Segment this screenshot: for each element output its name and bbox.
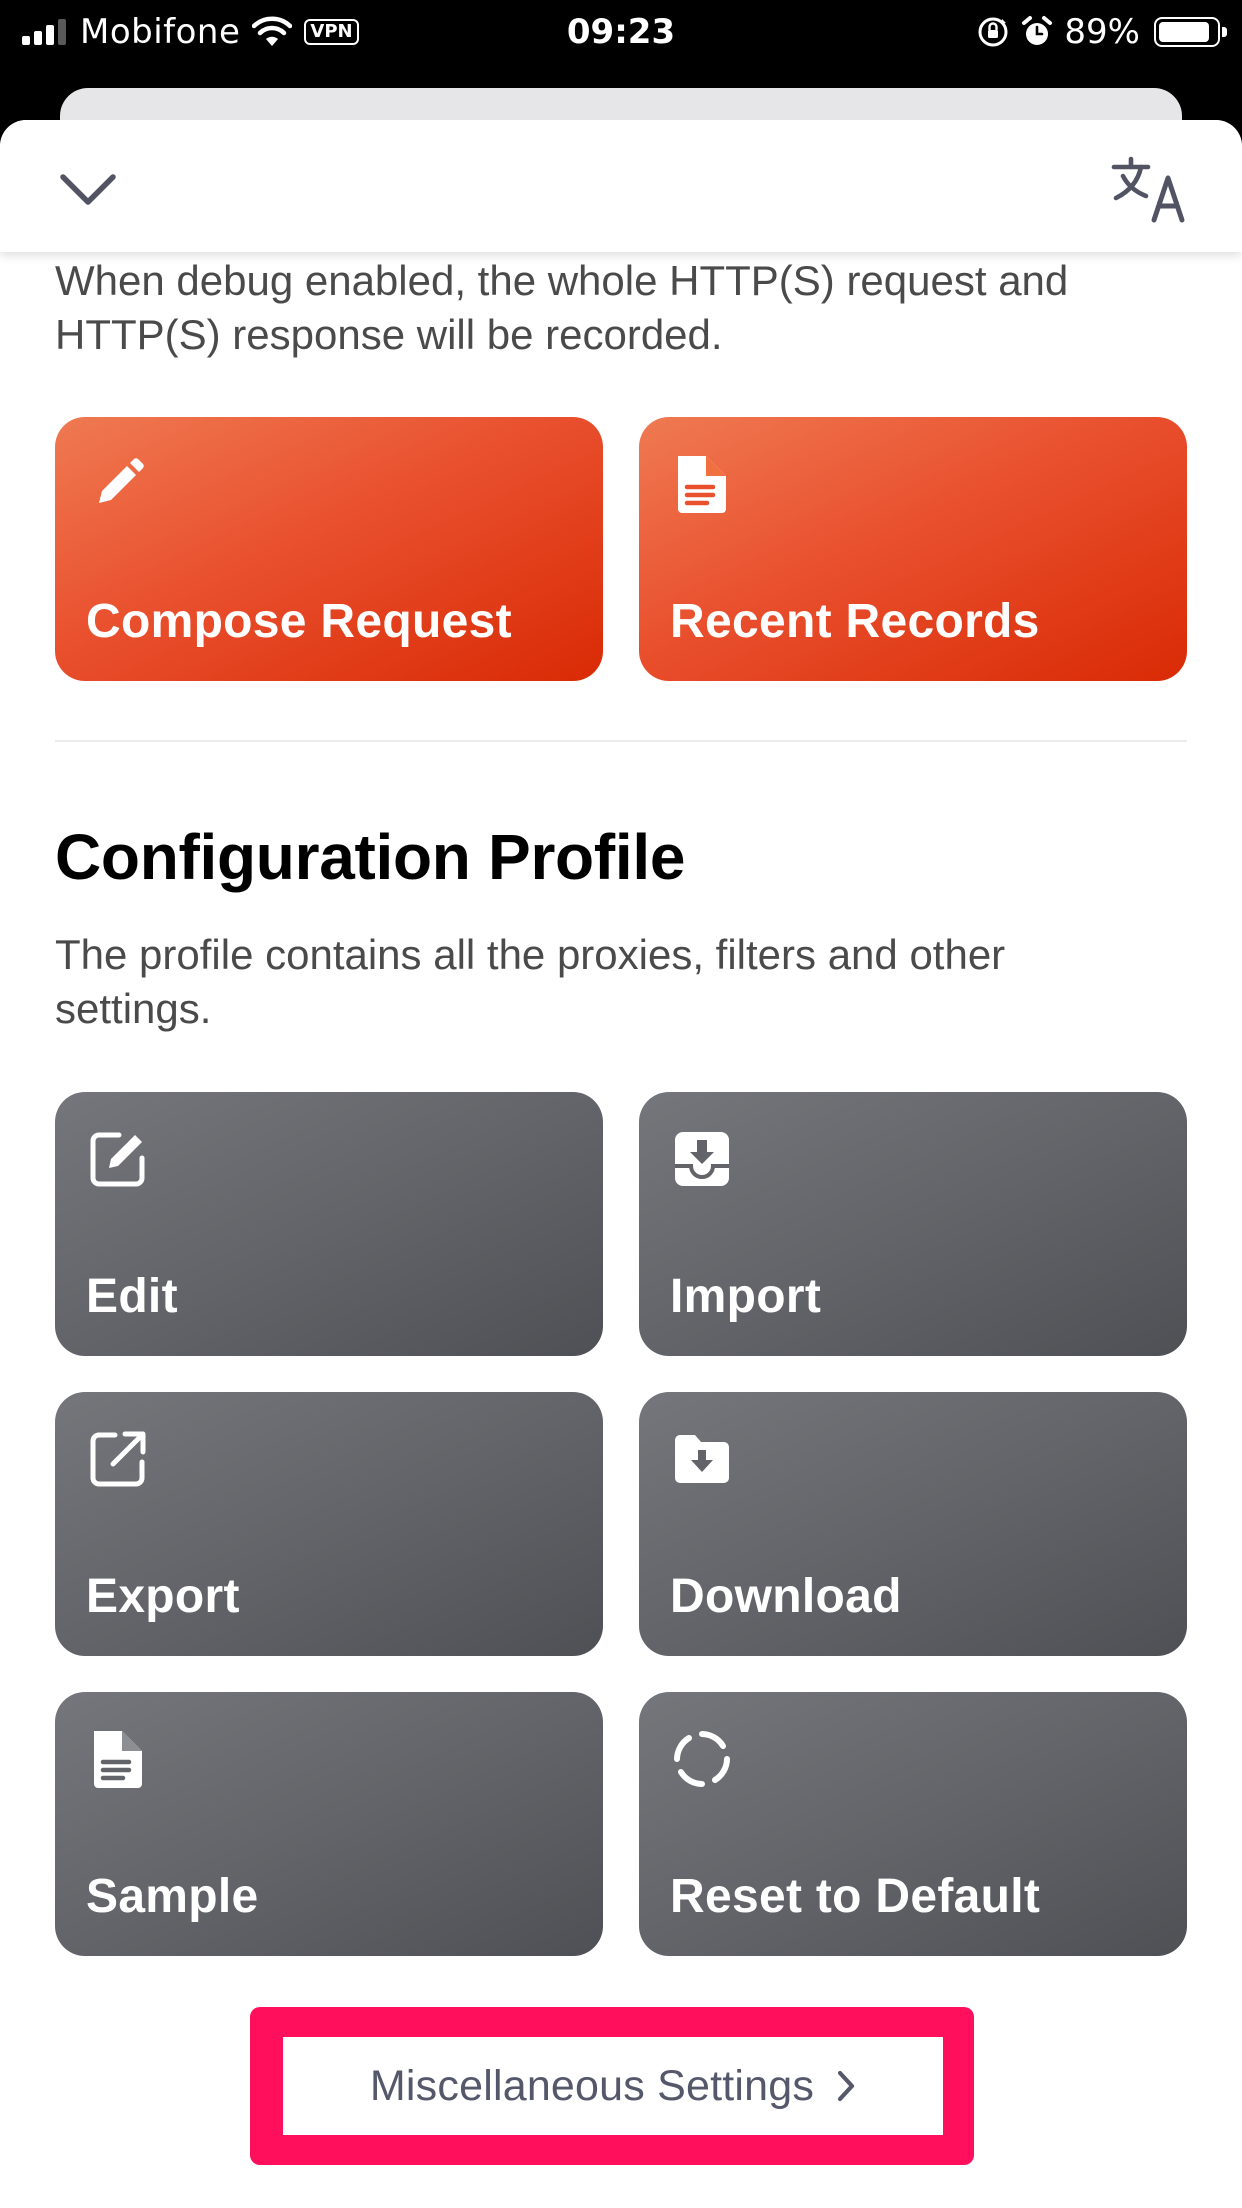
translate-button[interactable] [1108,152,1194,228]
sheet-header [0,120,1242,252]
download-profile-button[interactable]: Download [639,1392,1187,1656]
sample-label: Sample [86,1870,259,1923]
battery-icon [1154,17,1227,47]
edit-label: Edit [86,1270,178,1323]
profile-section-title: Configuration Profile [55,821,686,893]
export-label: Export [86,1570,240,1623]
chevron-right-icon [837,2070,855,2102]
download-folder-icon [675,1435,729,1483]
pencil-icon [99,458,144,503]
document-icon [678,456,726,513]
miscellaneous-settings-label: Miscellaneous Settings [369,2061,815,2110]
document-icon [94,1731,142,1788]
export-icon [90,1431,146,1487]
status-bar: Mobifone VPN 09:23 89% [0,0,1242,62]
recent-records-label: Recent Records [670,595,1040,648]
translate-icon [1111,156,1185,223]
export-profile-button[interactable]: Export [55,1392,603,1656]
recent-records-button[interactable]: Recent Records [639,417,1187,681]
edit-icon [90,1132,145,1187]
sample-profile-button[interactable]: Sample [55,1692,603,1956]
collapse-button[interactable] [50,158,126,222]
section-divider [55,740,1187,742]
edit-profile-button[interactable]: Edit [55,1092,603,1356]
battery-percentage: 89% [1064,12,1140,52]
import-profile-button[interactable]: Import [639,1092,1187,1356]
import-icon [675,1132,729,1186]
alarm-icon [1022,16,1053,45]
download-label: Download [670,1570,902,1623]
profile-section-description: The profile contains all the proxies, fi… [55,931,1006,1032]
settings-sheet: When debug enabled, the whole HTTP(S) re… [0,120,1242,2208]
miscellaneous-settings-button[interactable]: Miscellaneous Settings [283,2037,943,2135]
compose-request-button[interactable]: Compose Request [55,417,603,681]
reset-to-default-button[interactable]: Reset to Default [639,1692,1187,1956]
import-label: Import [670,1270,822,1323]
compose-request-label: Compose Request [86,595,512,648]
orientation-lock-icon [978,17,1008,47]
debug-description: When debug enabled, the whole HTTP(S) re… [55,257,1069,358]
reset-icon [674,1731,730,1787]
reset-to-default-label: Reset to Default [670,1870,1041,1923]
chevron-down-icon [60,174,116,205]
